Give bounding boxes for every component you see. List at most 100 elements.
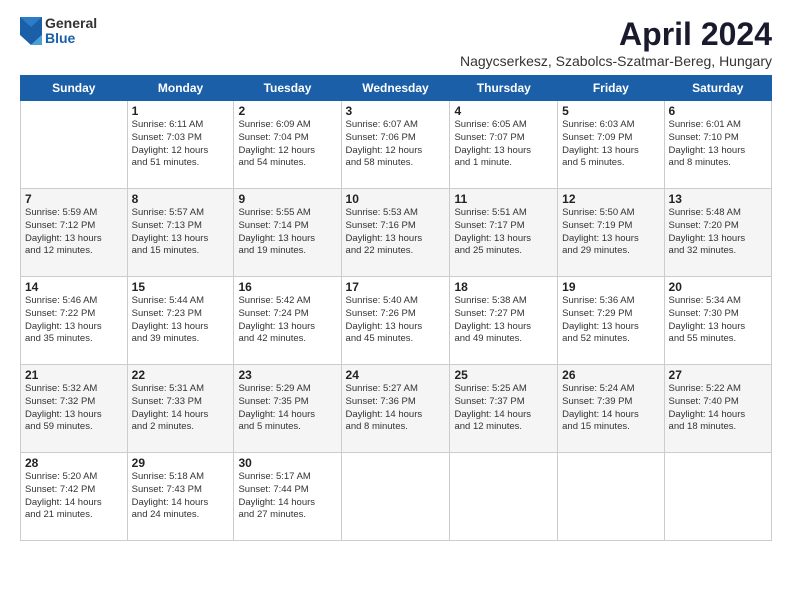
day-info: Sunrise: 5:51 AM Sunset: 7:17 PM Dayligh… — [454, 207, 553, 258]
table-cell — [664, 453, 771, 541]
day-number: 7 — [25, 192, 123, 206]
day-number: 26 — [562, 368, 659, 382]
calendar-header-row: Sunday Monday Tuesday Wednesday Thursday… — [21, 76, 772, 101]
day-info: Sunrise: 5:53 AM Sunset: 7:16 PM Dayligh… — [346, 207, 446, 258]
day-number: 11 — [454, 192, 553, 206]
table-cell: 4Sunrise: 6:05 AM Sunset: 7:07 PM Daylig… — [450, 101, 558, 189]
table-cell: 17Sunrise: 5:40 AM Sunset: 7:26 PM Dayli… — [341, 277, 450, 365]
day-info: Sunrise: 5:29 AM Sunset: 7:35 PM Dayligh… — [238, 383, 336, 434]
day-info: Sunrise: 5:22 AM Sunset: 7:40 PM Dayligh… — [669, 383, 767, 434]
table-cell: 11Sunrise: 5:51 AM Sunset: 7:17 PM Dayli… — [450, 189, 558, 277]
day-info: Sunrise: 5:59 AM Sunset: 7:12 PM Dayligh… — [25, 207, 123, 258]
day-number: 14 — [25, 280, 123, 294]
table-cell: 29Sunrise: 5:18 AM Sunset: 7:43 PM Dayli… — [127, 453, 234, 541]
day-number: 10 — [346, 192, 446, 206]
day-info: Sunrise: 5:46 AM Sunset: 7:22 PM Dayligh… — [25, 295, 123, 346]
col-saturday: Saturday — [664, 76, 771, 101]
day-info: Sunrise: 6:07 AM Sunset: 7:06 PM Dayligh… — [346, 119, 446, 170]
table-cell: 14Sunrise: 5:46 AM Sunset: 7:22 PM Dayli… — [21, 277, 128, 365]
day-info: Sunrise: 5:44 AM Sunset: 7:23 PM Dayligh… — [132, 295, 230, 346]
table-cell — [558, 453, 664, 541]
day-number: 27 — [669, 368, 767, 382]
table-cell: 15Sunrise: 5:44 AM Sunset: 7:23 PM Dayli… — [127, 277, 234, 365]
day-number: 12 — [562, 192, 659, 206]
day-info: Sunrise: 5:38 AM Sunset: 7:27 PM Dayligh… — [454, 295, 553, 346]
table-cell: 2Sunrise: 6:09 AM Sunset: 7:04 PM Daylig… — [234, 101, 341, 189]
logo-general: General — [45, 16, 97, 31]
logo-text: General Blue — [45, 16, 97, 47]
day-info: Sunrise: 5:27 AM Sunset: 7:36 PM Dayligh… — [346, 383, 446, 434]
day-number: 15 — [132, 280, 230, 294]
table-cell: 25Sunrise: 5:25 AM Sunset: 7:37 PM Dayli… — [450, 365, 558, 453]
calendar-week-row: 28Sunrise: 5:20 AM Sunset: 7:42 PM Dayli… — [21, 453, 772, 541]
day-number: 6 — [669, 104, 767, 118]
table-cell — [341, 453, 450, 541]
col-tuesday: Tuesday — [234, 76, 341, 101]
day-info: Sunrise: 5:57 AM Sunset: 7:13 PM Dayligh… — [132, 207, 230, 258]
table-cell — [450, 453, 558, 541]
day-number: 30 — [238, 456, 336, 470]
day-number: 28 — [25, 456, 123, 470]
day-number: 4 — [454, 104, 553, 118]
day-info: Sunrise: 6:03 AM Sunset: 7:09 PM Dayligh… — [562, 119, 659, 170]
day-number: 13 — [669, 192, 767, 206]
day-number: 3 — [346, 104, 446, 118]
table-cell: 22Sunrise: 5:31 AM Sunset: 7:33 PM Dayli… — [127, 365, 234, 453]
day-number: 24 — [346, 368, 446, 382]
table-cell: 1Sunrise: 6:11 AM Sunset: 7:03 PM Daylig… — [127, 101, 234, 189]
logo-blue: Blue — [45, 31, 97, 46]
day-info: Sunrise: 5:31 AM Sunset: 7:33 PM Dayligh… — [132, 383, 230, 434]
table-cell: 19Sunrise: 5:36 AM Sunset: 7:29 PM Dayli… — [558, 277, 664, 365]
day-info: Sunrise: 6:09 AM Sunset: 7:04 PM Dayligh… — [238, 119, 336, 170]
col-wednesday: Wednesday — [341, 76, 450, 101]
logo-icon — [20, 17, 42, 45]
day-info: Sunrise: 5:55 AM Sunset: 7:14 PM Dayligh… — [238, 207, 336, 258]
table-cell: 26Sunrise: 5:24 AM Sunset: 7:39 PM Dayli… — [558, 365, 664, 453]
day-number: 8 — [132, 192, 230, 206]
day-number: 25 — [454, 368, 553, 382]
col-thursday: Thursday — [450, 76, 558, 101]
table-cell: 9Sunrise: 5:55 AM Sunset: 7:14 PM Daylig… — [234, 189, 341, 277]
day-info: Sunrise: 6:01 AM Sunset: 7:10 PM Dayligh… — [669, 119, 767, 170]
day-number: 22 — [132, 368, 230, 382]
calendar-week-row: 14Sunrise: 5:46 AM Sunset: 7:22 PM Dayli… — [21, 277, 772, 365]
table-cell: 21Sunrise: 5:32 AM Sunset: 7:32 PM Dayli… — [21, 365, 128, 453]
day-number: 16 — [238, 280, 336, 294]
col-friday: Friday — [558, 76, 664, 101]
day-info: Sunrise: 5:34 AM Sunset: 7:30 PM Dayligh… — [669, 295, 767, 346]
table-cell — [21, 101, 128, 189]
day-number: 21 — [25, 368, 123, 382]
title-block: April 2024 Nagycserkesz, Szabolcs-Szatma… — [460, 16, 772, 69]
calendar-table: Sunday Monday Tuesday Wednesday Thursday… — [20, 75, 772, 541]
table-cell: 23Sunrise: 5:29 AM Sunset: 7:35 PM Dayli… — [234, 365, 341, 453]
day-info: Sunrise: 5:40 AM Sunset: 7:26 PM Dayligh… — [346, 295, 446, 346]
table-cell: 10Sunrise: 5:53 AM Sunset: 7:16 PM Dayli… — [341, 189, 450, 277]
day-info: Sunrise: 5:42 AM Sunset: 7:24 PM Dayligh… — [238, 295, 336, 346]
day-number: 2 — [238, 104, 336, 118]
table-cell: 27Sunrise: 5:22 AM Sunset: 7:40 PM Dayli… — [664, 365, 771, 453]
day-number: 23 — [238, 368, 336, 382]
table-cell: 7Sunrise: 5:59 AM Sunset: 7:12 PM Daylig… — [21, 189, 128, 277]
day-number: 5 — [562, 104, 659, 118]
day-info: Sunrise: 5:50 AM Sunset: 7:19 PM Dayligh… — [562, 207, 659, 258]
day-info: Sunrise: 5:24 AM Sunset: 7:39 PM Dayligh… — [562, 383, 659, 434]
day-info: Sunrise: 5:17 AM Sunset: 7:44 PM Dayligh… — [238, 471, 336, 522]
day-number: 18 — [454, 280, 553, 294]
location-title: Nagycserkesz, Szabolcs-Szatmar-Bereg, Hu… — [460, 53, 772, 69]
day-number: 19 — [562, 280, 659, 294]
day-info: Sunrise: 5:20 AM Sunset: 7:42 PM Dayligh… — [25, 471, 123, 522]
table-cell: 13Sunrise: 5:48 AM Sunset: 7:20 PM Dayli… — [664, 189, 771, 277]
table-cell: 16Sunrise: 5:42 AM Sunset: 7:24 PM Dayli… — [234, 277, 341, 365]
day-info: Sunrise: 6:05 AM Sunset: 7:07 PM Dayligh… — [454, 119, 553, 170]
table-cell: 20Sunrise: 5:34 AM Sunset: 7:30 PM Dayli… — [664, 277, 771, 365]
header: General Blue April 2024 Nagycserkesz, Sz… — [20, 16, 772, 69]
calendar-week-row: 21Sunrise: 5:32 AM Sunset: 7:32 PM Dayli… — [21, 365, 772, 453]
day-info: Sunrise: 5:18 AM Sunset: 7:43 PM Dayligh… — [132, 471, 230, 522]
day-number: 29 — [132, 456, 230, 470]
day-number: 20 — [669, 280, 767, 294]
table-cell: 28Sunrise: 5:20 AM Sunset: 7:42 PM Dayli… — [21, 453, 128, 541]
col-monday: Monday — [127, 76, 234, 101]
table-cell: 8Sunrise: 5:57 AM Sunset: 7:13 PM Daylig… — [127, 189, 234, 277]
table-cell: 24Sunrise: 5:27 AM Sunset: 7:36 PM Dayli… — [341, 365, 450, 453]
calendar-week-row: 7Sunrise: 5:59 AM Sunset: 7:12 PM Daylig… — [21, 189, 772, 277]
